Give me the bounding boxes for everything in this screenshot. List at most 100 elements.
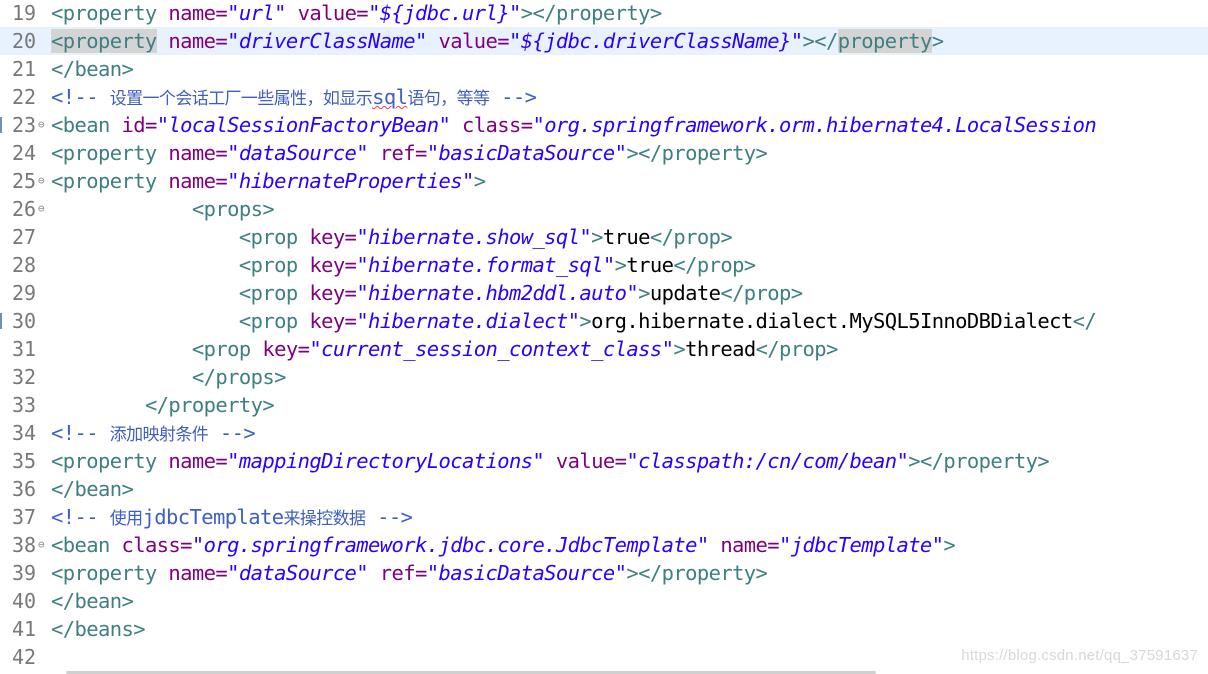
code-token: > bbox=[673, 337, 686, 361]
code-token: org.hibernate.dialect.MySQL5InnoDBDialec… bbox=[591, 309, 1073, 333]
code-line[interactable]: 32 </props> bbox=[0, 363, 1208, 391]
code-text[interactable]: <prop key="hibernate.format_sql">true</p… bbox=[51, 251, 756, 279]
code-token: "dataSource" bbox=[227, 141, 369, 165]
code-token: ></property> bbox=[908, 449, 1050, 473]
code-token: name= bbox=[156, 29, 228, 53]
code-line[interactable]: 37 <!-- 使用jdbcTemplate来操控数据 --> bbox=[0, 503, 1208, 531]
line-number: 30 bbox=[12, 309, 37, 333]
code-token: <!-- bbox=[51, 421, 110, 445]
code-line[interactable]: 39 <property name="dataSource" ref="basic… bbox=[0, 559, 1208, 587]
line-number: 24 bbox=[12, 141, 37, 165]
fold-toggle-icon[interactable]: ⊖ bbox=[38, 195, 45, 223]
code-line[interactable]: 41 </beans> bbox=[0, 615, 1208, 643]
code-line[interactable]: 23 ⊖ <bean id="localSessionFactoryBean" cl… bbox=[0, 111, 1208, 139]
code-text[interactable]: <!-- 添加映射条件 --> bbox=[51, 419, 256, 449]
code-text[interactable]: <prop key="hibernate.dialect">org.hibern… bbox=[51, 307, 1097, 335]
code-token: </prop> bbox=[720, 281, 803, 305]
code-line[interactable]: 20 <property name="driverClassName" value… bbox=[0, 27, 1208, 55]
code-token: </prop> bbox=[673, 253, 756, 277]
code-line[interactable]: 21 </bean> bbox=[0, 55, 1208, 83]
code-token: ></property> bbox=[626, 561, 768, 585]
code-token: thread bbox=[685, 337, 756, 361]
code-text[interactable]: <!-- 使用jdbcTemplate来操控数据 --> bbox=[51, 503, 413, 533]
code-line[interactable]: 33 </property> bbox=[0, 391, 1208, 419]
fold-toggle-icon[interactable]: ⊖ bbox=[38, 167, 45, 195]
code-line[interactable]: 35 <property name="mappingDirectoryLocati… bbox=[0, 447, 1208, 475]
code-token: value= bbox=[426, 29, 510, 53]
code-editor[interactable]: 19 <property name="url" value="${jdbc.url… bbox=[0, 0, 1208, 674]
code-text[interactable]: <prop key="hibernate.show_sql">true</pro… bbox=[51, 223, 733, 251]
code-line[interactable]: 30 <prop key="hibernate.dialect">org.hib… bbox=[0, 307, 1208, 335]
fold-toggle-icon[interactable]: ⊖ bbox=[38, 111, 45, 139]
code-token: key= bbox=[297, 253, 357, 277]
code-token: "jdbcTemplate" bbox=[779, 533, 944, 557]
code-text[interactable]: <property name="dataSource" ref="basicDa… bbox=[51, 139, 768, 167]
code-line[interactable]: 25 ⊖ <property name="hibernateProperties"> bbox=[0, 167, 1208, 195]
code-line[interactable]: 36 </bean> bbox=[0, 475, 1208, 503]
code-token: > bbox=[614, 253, 627, 277]
line-number: 39 bbox=[12, 561, 37, 585]
code-token: "basicDataSource" bbox=[426, 561, 627, 585]
code-text[interactable]: <bean class="org.springframework.jdbc.co… bbox=[51, 531, 956, 559]
code-text[interactable]: </props> bbox=[51, 363, 287, 391]
code-text[interactable]: <property name="dataSource" ref="basicDa… bbox=[51, 559, 768, 587]
code-token: "hibernate.format_sql" bbox=[356, 253, 615, 277]
code-text[interactable]: </property> bbox=[51, 391, 275, 419]
code-line[interactable]: 40 </bean> bbox=[0, 587, 1208, 615]
code-line[interactable]: 26 ⊖ <props> bbox=[0, 195, 1208, 223]
code-token: <prop bbox=[238, 281, 298, 305]
code-token: ref= bbox=[368, 561, 428, 585]
code-line[interactable]: 34 <!-- 添加映射条件 --> bbox=[0, 419, 1208, 447]
line-number: 20 bbox=[12, 29, 37, 53]
line-number: 37 bbox=[12, 505, 37, 529]
code-token: "hibernate.dialect" bbox=[356, 309, 580, 333]
code-token: "basicDataSource" bbox=[426, 141, 627, 165]
code-line[interactable]: 31 <prop key="current_session_context_cl… bbox=[0, 335, 1208, 363]
code-text[interactable]: </bean> bbox=[51, 55, 134, 83]
code-text[interactable]: <prop key="hibernate.hbm2ddl.auto">updat… bbox=[51, 279, 803, 307]
code-text[interactable]: <prop key="current_session_context_class… bbox=[51, 335, 838, 363]
code-token: --> bbox=[365, 505, 413, 529]
code-token: "dataSource" bbox=[227, 561, 369, 585]
code-token: "url" bbox=[227, 1, 286, 25]
code-token: 语句，等等 bbox=[407, 89, 490, 109]
code-token: > bbox=[943, 533, 956, 557]
code-token: <property bbox=[51, 141, 157, 165]
code-text[interactable]: </beans> bbox=[51, 615, 146, 643]
code-text[interactable]: <property name="hibernateProperties"> bbox=[51, 167, 486, 195]
code-token: name= bbox=[708, 533, 780, 557]
code-token: sql bbox=[372, 85, 408, 109]
code-line[interactable]: 19 <property name="url" value="${jdbc.url… bbox=[0, 0, 1208, 27]
code-token: "org.springframework.jdbc.core.JdbcTempl… bbox=[191, 533, 709, 557]
code-token: <property bbox=[51, 449, 157, 473]
code-token: <!-- bbox=[51, 505, 110, 529]
code-token: 设置一个会话工厂一些属性，如显示 bbox=[109, 89, 373, 109]
code-token: --> bbox=[489, 85, 537, 109]
code-token: <property bbox=[51, 561, 157, 585]
code-text[interactable]: <property name="url" value="${jdbc.url}"… bbox=[51, 0, 662, 27]
code-text[interactable]: <property name="driverClassName" value="… bbox=[51, 27, 944, 55]
code-token: </prop> bbox=[649, 225, 733, 249]
code-line[interactable]: 22 <!-- 设置一个会话工厂一些属性，如显示sql语句，等等 --> bbox=[0, 83, 1208, 111]
code-text[interactable]: <props> bbox=[51, 195, 275, 223]
code-token: key= bbox=[297, 309, 357, 333]
code-line[interactable]: 28 <prop key="hibernate.format_sql">true… bbox=[0, 251, 1208, 279]
fold-toggle-icon[interactable]: ⊖ bbox=[38, 531, 45, 559]
code-line[interactable]: 24 <property name="dataSource" ref="basic… bbox=[0, 139, 1208, 167]
code-token: </prop> bbox=[755, 337, 839, 361]
code-text[interactable]: <property name="mappingDirectoryLocation… bbox=[51, 447, 1050, 475]
code-text[interactable]: <!-- 设置一个会话工厂一些属性，如显示sql语句，等等 --> bbox=[51, 83, 537, 113]
code-token: --> bbox=[208, 421, 256, 445]
code-text[interactable]: </bean> bbox=[51, 587, 134, 615]
code-line[interactable]: 29 <prop key="hibernate.hbm2ddl.auto">up… bbox=[0, 279, 1208, 307]
line-number: 35 bbox=[12, 449, 37, 473]
code-token: name= bbox=[156, 169, 228, 193]
code-line[interactable]: 38 ⊖ <bean class="org.springframework.jdbc… bbox=[0, 531, 1208, 559]
code-token: <bean bbox=[51, 533, 110, 557]
code-text[interactable]: </bean> bbox=[51, 475, 134, 503]
code-token: </bean> bbox=[51, 589, 134, 613]
code-line[interactable]: 27 <prop key="hibernate.show_sql">true</… bbox=[0, 223, 1208, 251]
code-text[interactable]: <bean id="localSessionFactoryBean" class… bbox=[51, 111, 1097, 139]
